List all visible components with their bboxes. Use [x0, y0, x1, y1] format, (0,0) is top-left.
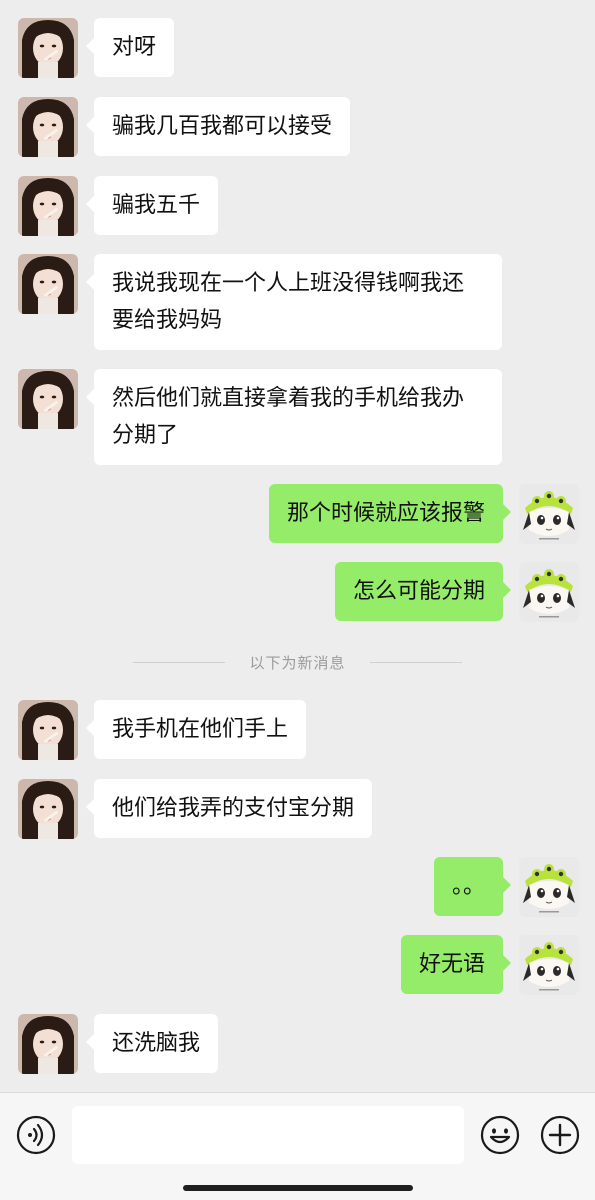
- avatar-contact[interactable]: [18, 700, 78, 760]
- message-input[interactable]: [72, 1106, 464, 1164]
- avatar-contact[interactable]: [18, 176, 78, 236]
- new-messages-divider: 以下为新消息: [133, 650, 462, 674]
- divider-label: 以下为新消息: [249, 653, 346, 672]
- message-row: 好无语: [400, 935, 579, 995]
- input-bar: [0, 1092, 595, 1200]
- message-bubble[interactable]: 。。: [433, 857, 512, 916]
- avatar-contact[interactable]: [18, 97, 78, 157]
- message-row: 对呀: [18, 18, 175, 78]
- message-bubble[interactable]: 还洗脑我: [85, 1014, 219, 1073]
- avatar-contact[interactable]: [18, 1014, 78, 1074]
- message-bubble[interactable]: 骗我五千: [85, 176, 219, 235]
- home-indicator: [183, 1185, 413, 1191]
- avatar-self[interactable]: [519, 935, 579, 995]
- avatar-contact[interactable]: [18, 779, 78, 839]
- message-bubble[interactable]: 他们给我弄的支付宝分期: [85, 779, 373, 838]
- message-bubble[interactable]: 然后他们就直接拿着我的手机给我办分期了: [86, 369, 502, 465]
- message-bubble[interactable]: 我手机在他们手上: [85, 700, 307, 759]
- message-row: 还洗脑我: [18, 1014, 219, 1074]
- avatar-contact[interactable]: [18, 254, 78, 314]
- avatar-self[interactable]: [519, 857, 579, 917]
- message-bubble[interactable]: 我说我现在一个人上班没得钱啊我还要给我妈妈: [86, 254, 502, 350]
- message-row: 然后他们就直接拿着我的手机给我办分期了: [18, 369, 502, 465]
- plus-icon[interactable]: [540, 1115, 580, 1155]
- avatar-contact[interactable]: [18, 18, 78, 78]
- message-row: 骗我五千: [18, 176, 219, 236]
- emoji-icon[interactable]: [480, 1115, 520, 1155]
- divider-line: [133, 661, 225, 663]
- message-row: 我说我现在一个人上班没得钱啊我还要给我妈妈: [18, 254, 502, 350]
- avatar-contact[interactable]: [18, 369, 78, 429]
- message-row: 。。: [433, 857, 579, 917]
- message-bubble[interactable]: 好无语: [400, 935, 512, 994]
- avatar-self[interactable]: [519, 484, 579, 544]
- avatar-self[interactable]: [519, 562, 579, 622]
- message-bubble[interactable]: 那个时候就应该报警: [268, 484, 512, 543]
- message-bubble[interactable]: 对呀: [85, 18, 175, 77]
- divider-line: [369, 661, 462, 663]
- message-row: 怎么可能分期: [334, 562, 579, 622]
- message-bubble[interactable]: 怎么可能分期: [334, 562, 512, 621]
- message-row: 我手机在他们手上: [18, 700, 307, 760]
- voice-icon[interactable]: [16, 1115, 56, 1155]
- message-row: 他们给我弄的支付宝分期: [18, 779, 373, 839]
- message-row: 那个时候就应该报警: [268, 484, 579, 544]
- message-bubble[interactable]: 骗我几百我都可以接受: [85, 97, 351, 156]
- message-row: 骗我几百我都可以接受: [18, 97, 351, 157]
- chat-window: 对呀 骗我几百我都可以接受 骗我五千 我说我现在一个人上班没得钱啊我还要给我妈妈…: [0, 0, 595, 1200]
